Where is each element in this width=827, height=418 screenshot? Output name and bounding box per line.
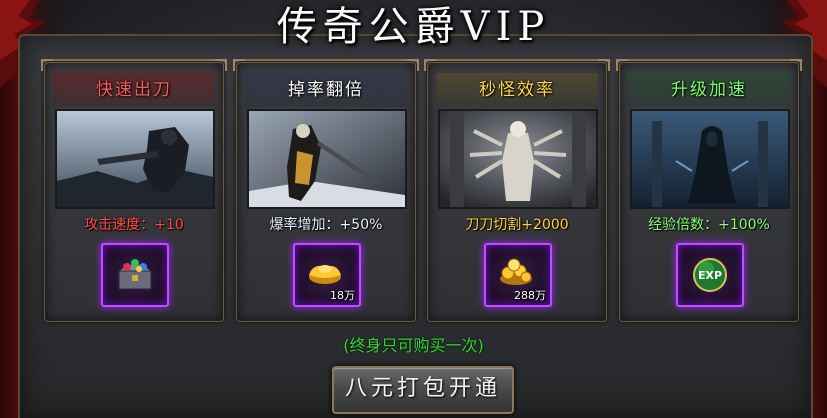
svg-text:EXP: EXP bbox=[698, 269, 722, 282]
card-stat: 经验倍数：+100% bbox=[648, 217, 770, 233]
card-title: 升级加速 bbox=[628, 73, 790, 107]
card-stat: 爆率增加：+50% bbox=[269, 217, 383, 233]
treasure-chest-icon bbox=[117, 259, 153, 290]
card-artwork-multi-armed-demon bbox=[438, 109, 598, 209]
card-title: 秒怪效率 bbox=[436, 73, 598, 107]
item-quantity: 18万 bbox=[330, 289, 355, 302]
vip-card-killrate: 秒怪效率 刀刀切割+2000 288万 bbox=[424, 59, 610, 322]
vip-card-levelup: 升级加速 经验倍数：+100% EXP bbox=[616, 59, 802, 322]
card-artwork-hooded-mage bbox=[630, 109, 790, 209]
vip-card-droprate: 掉率翻倍 爆率增加：+50% 18万 bbox=[233, 59, 419, 322]
card-artwork-armored-knight bbox=[55, 109, 215, 209]
reward-slot[interactable]: 288万 bbox=[484, 243, 552, 307]
exp-orb-icon: EXP bbox=[693, 258, 727, 292]
purchase-button[interactable]: 八元打包开通 bbox=[332, 366, 514, 414]
page-title: 传奇公爵VIP bbox=[276, 4, 551, 50]
card-stat: 刀刀切割+2000 bbox=[465, 217, 569, 233]
purchase-limit-note: (终身只可购买一次) bbox=[343, 336, 484, 355]
card-stat: 攻击速度：+10 bbox=[84, 217, 184, 233]
card-artwork-warrior bbox=[247, 109, 407, 209]
vip-panel: 传奇公爵VIP 快速出刀 攻击速度：+10 掉率翻倍 爆率增加：+50% 18万… bbox=[0, 0, 827, 418]
reward-slot[interactable]: EXP bbox=[676, 243, 744, 307]
reward-slot[interactable] bbox=[101, 243, 169, 307]
card-title: 快速出刀 bbox=[53, 73, 215, 107]
vip-card-speed: 快速出刀 攻击速度：+10 bbox=[41, 59, 227, 322]
item-quantity: 288万 bbox=[514, 289, 546, 302]
card-title: 掉率翻倍 bbox=[245, 73, 407, 107]
reward-slot[interactable]: 18万 bbox=[293, 243, 361, 307]
